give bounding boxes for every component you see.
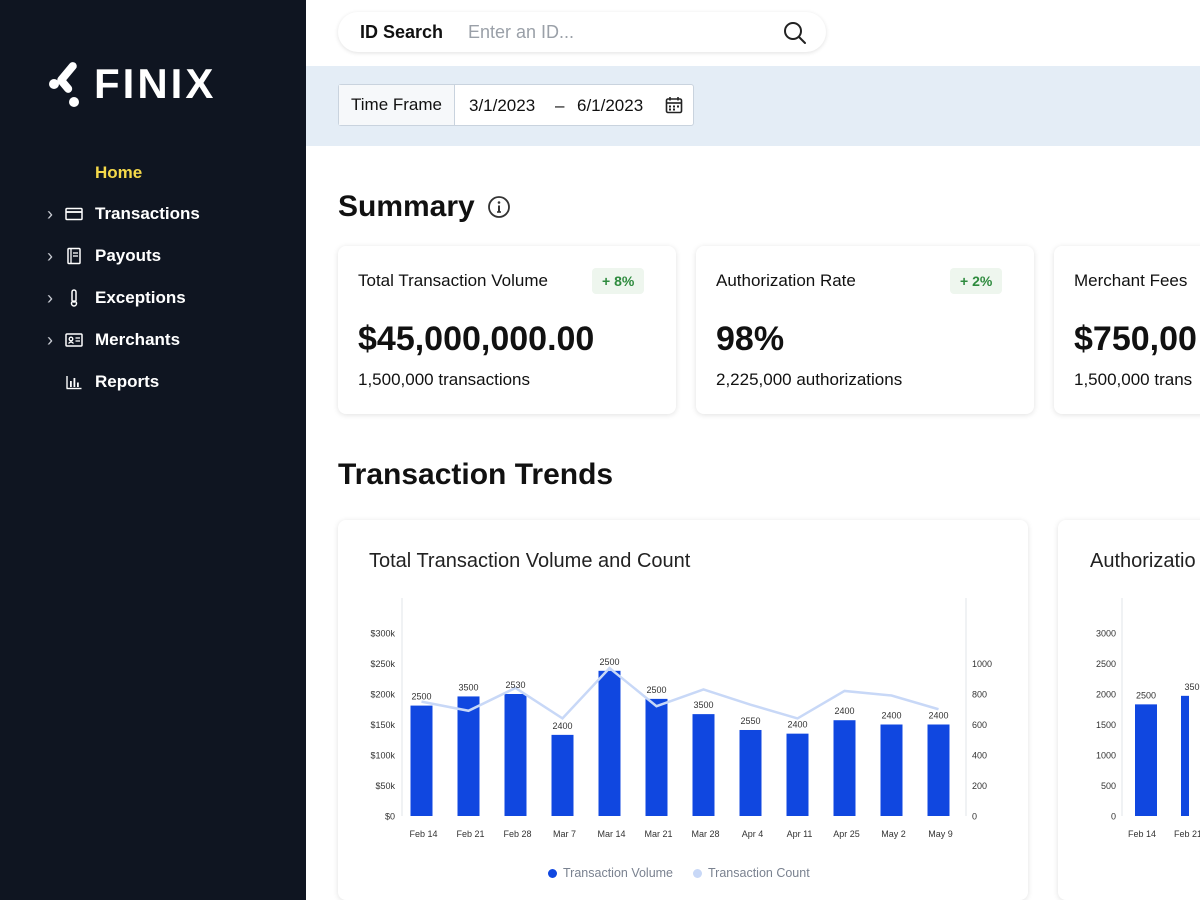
card-value: $750,00 <box>1074 320 1197 358</box>
card-subtext: 1,500,000 transactions <box>358 370 531 389</box>
sidebar-item-label: Reports <box>95 372 160 391</box>
search-input[interactable] <box>468 18 768 46</box>
sidebar-item-label: Home <box>95 163 143 182</box>
card-subtext: 1,500,000 trans <box>1074 370 1193 389</box>
timeframe-from[interactable]: 3/1/2023 <box>469 96 535 116</box>
chevron-right-icon[interactable]: › <box>47 330 53 351</box>
legend-volume-dot <box>548 868 557 878</box>
chart-title: Total Transaction Volume and Count <box>369 550 691 572</box>
transaction-trends-title: Transaction Trends <box>338 458 614 491</box>
chart-title: Authorizatio <box>1090 550 1196 572</box>
ledger-icon <box>65 247 83 265</box>
card-subtext: 2,225,000 authorizations <box>716 370 903 389</box>
card-value: $45,000,000.00 <box>358 320 595 358</box>
card-title: Merchant Fees <box>1074 271 1188 290</box>
legend-count[interactable]: Transaction Count <box>693 866 810 880</box>
id-card-icon <box>65 331 83 349</box>
chevron-right-icon[interactable]: › <box>47 246 53 267</box>
timeframe-separator: – <box>555 96 565 115</box>
card-title: Total Transaction Volume <box>358 271 548 290</box>
sidebar-item-payouts[interactable]: › Payouts <box>0 241 306 271</box>
legend-volume[interactable]: Transaction Volume <box>548 866 673 880</box>
timeframe-label: Time Frame <box>339 85 455 125</box>
sidebar-item-label: Exceptions <box>95 288 186 307</box>
summary-title: Summary <box>338 190 475 223</box>
brand-name: FINIX <box>94 60 217 107</box>
summary-card-merchant-fees[interactable]: Merchant Fees $750,00 1,500,000 trans <box>1054 246 1200 414</box>
legend-count-dot <box>693 868 703 878</box>
trend-badge-volume: + 8% <box>592 268 645 294</box>
sidebar-item-label: Transactions <box>95 204 200 223</box>
volume-count-chart-card: Total Transaction Volume and Count <box>338 520 1028 900</box>
credit-card-icon <box>65 205 83 223</box>
timeframe-picker[interactable]: Time Frame 3/1/2023 – 6/1/2023 <box>338 84 694 126</box>
chevron-right-icon[interactable]: › <box>47 288 53 309</box>
chart-legend: Transaction Volume Transaction Count <box>548 866 830 880</box>
search-icon[interactable] <box>782 20 808 46</box>
legend-volume-label: Transaction Volume <box>563 866 674 880</box>
sidebar-item-label: Merchants <box>95 330 181 349</box>
sidebar: FINIX Home › Transactions › Payouts › Exceptio… <box>0 0 306 900</box>
timeframe-to[interactable]: 6/1/2023 <box>577 96 643 116</box>
sidebar-item-reports[interactable]: Reports <box>0 367 306 397</box>
search-label: ID Search <box>360 22 444 42</box>
sidebar-item-home[interactable]: Home <box>0 158 306 188</box>
authorization-chart-card: Authorizatio <box>1058 520 1200 900</box>
sidebar-item-exceptions[interactable]: › Exceptions <box>0 283 306 313</box>
legend-count-label: Transaction Count <box>708 866 810 880</box>
finix-logo[interactable]: FINIX <box>48 58 216 110</box>
sidebar-item-label: Payouts <box>95 246 162 265</box>
sidebar-item-transactions[interactable]: › Transactions <box>0 199 306 229</box>
trend-badge-authorization: + 2% <box>950 268 1003 294</box>
sidebar-item-merchants[interactable]: › Merchants <box>0 325 306 355</box>
info-icon[interactable] <box>487 195 511 219</box>
chevron-right-icon[interactable]: › <box>47 204 53 225</box>
bar-chart-icon <box>65 373 83 391</box>
thermometer-icon <box>65 289 83 307</box>
card-value: 98% <box>716 320 785 358</box>
id-search-bar: ID Search <box>338 12 826 52</box>
finix-logo-icon <box>49 62 79 107</box>
calendar-icon[interactable] <box>665 96 683 114</box>
card-title: Authorization Rate <box>716 271 856 290</box>
